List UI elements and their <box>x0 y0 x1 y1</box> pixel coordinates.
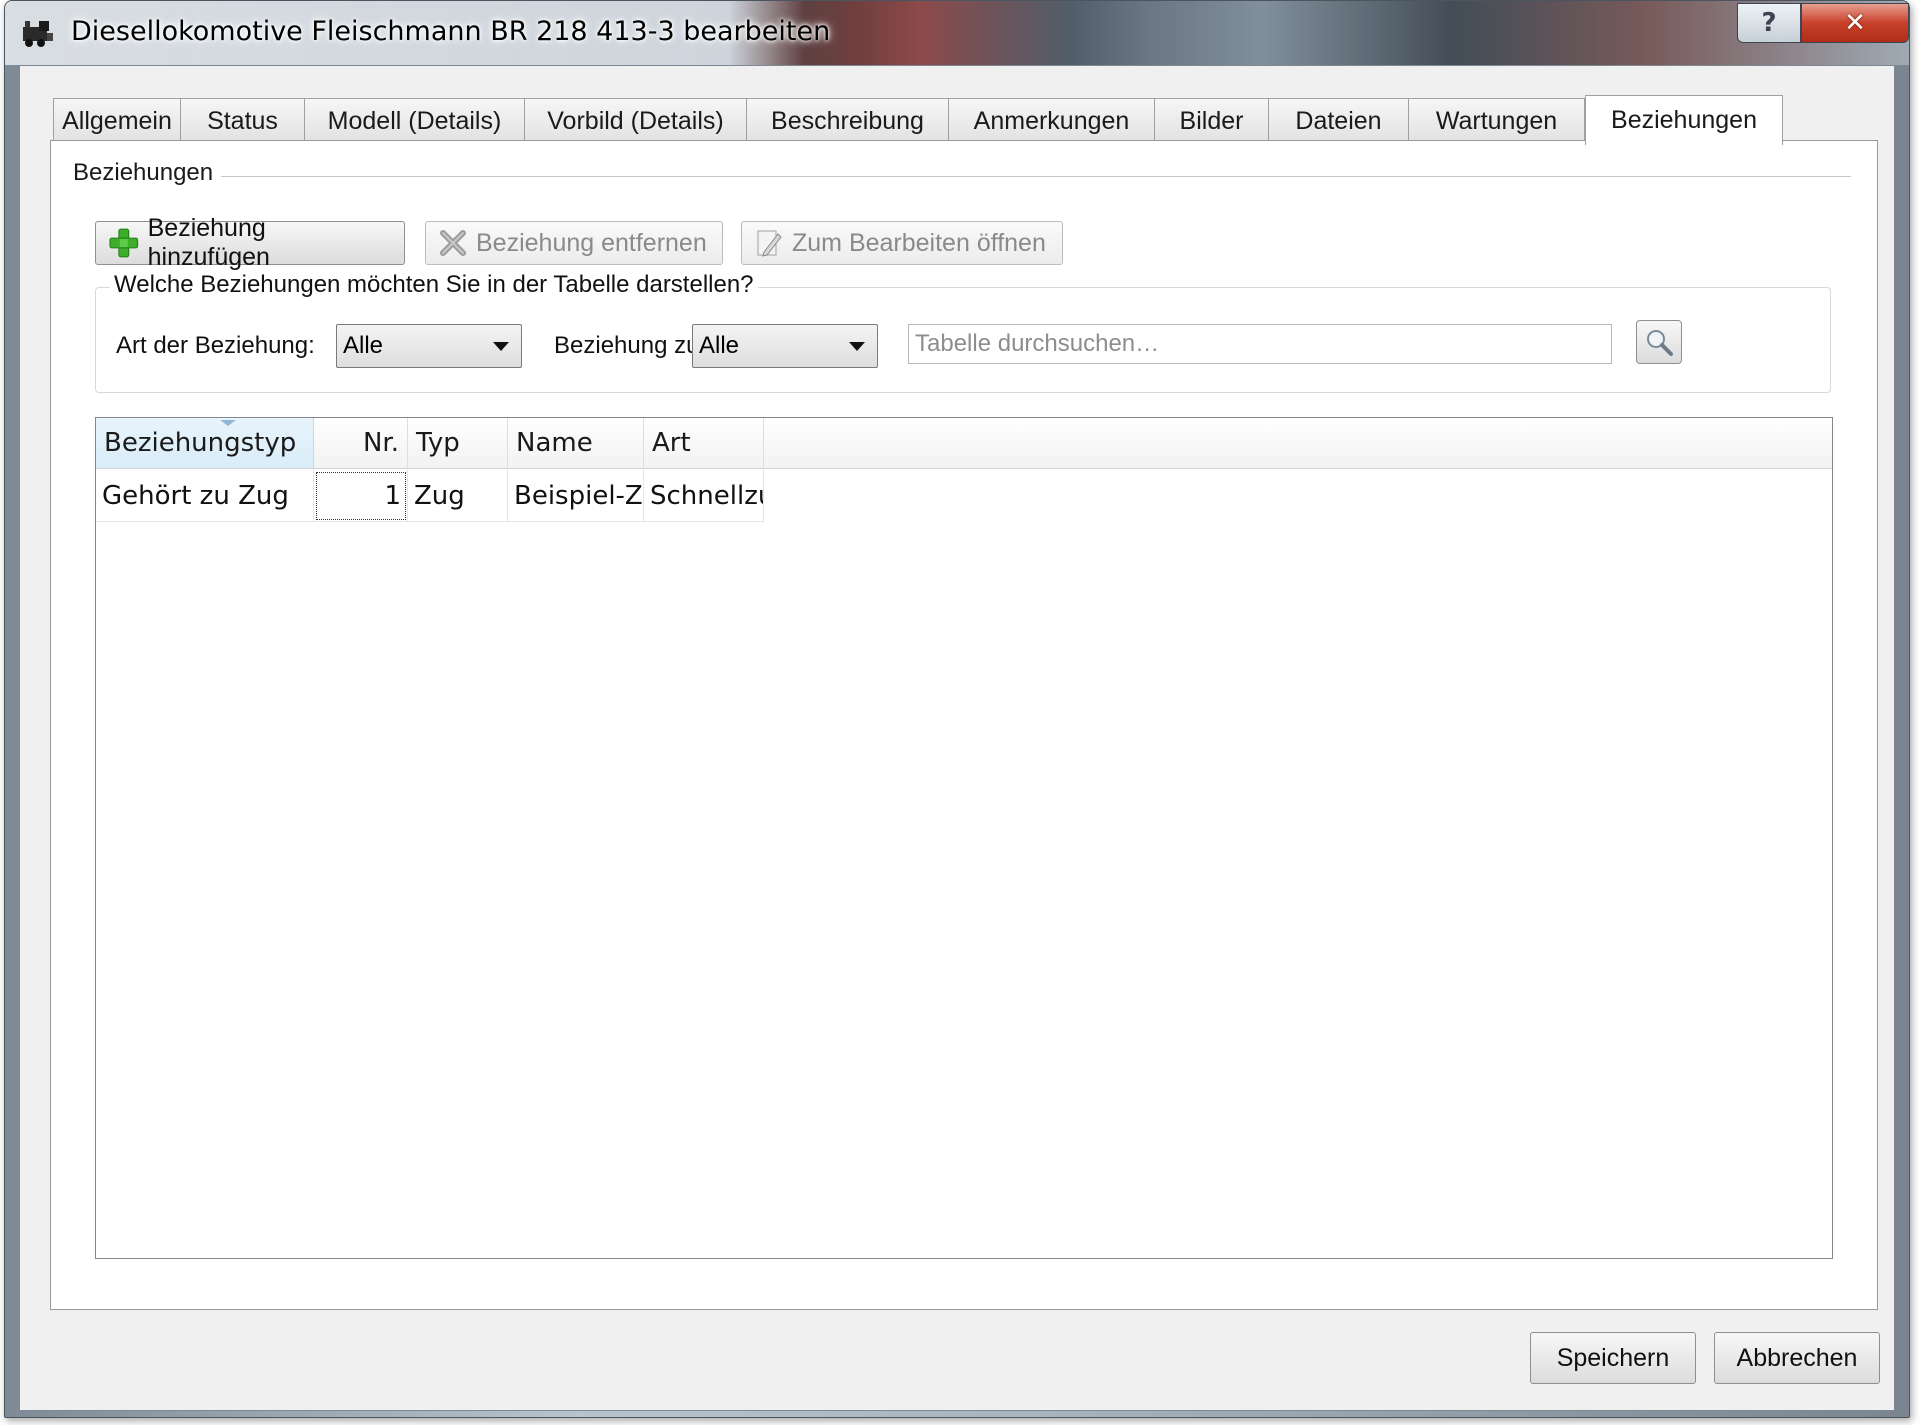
add-relation-label: Beziehung hinzufügen <box>147 214 270 271</box>
column-header-nr[interactable]: Nr. <box>314 418 408 468</box>
tab-anmerkungen[interactable]: Anmerkungen <box>949 98 1155 144</box>
cell-nr[interactable]: 1 <box>314 470 408 522</box>
chevron-down-icon <box>493 342 509 351</box>
relation-type-value: Alle <box>343 332 384 359</box>
dialog-client-area: Allgemein Status Modell (Details) Vorbil… <box>19 65 1895 1411</box>
title-bar[interactable]: Diesellokomotive Fleischmann BR 218 413-… <box>5 1 1909 65</box>
column-header-beziehungstyp[interactable]: Beziehungstyp <box>96 418 314 468</box>
sort-ascending-icon <box>220 420 236 426</box>
cell-typ[interactable]: Zug <box>408 470 508 522</box>
cell-art[interactable]: Schnellzug <box>644 470 764 522</box>
section-title: Beziehungen <box>73 159 220 187</box>
relation-type-select[interactable]: Alle <box>336 324 522 368</box>
tab-status[interactable]: Status <box>181 98 305 144</box>
cell-beziehungstyp[interactable]: Gehört zu Zug <box>96 470 314 522</box>
tab-dateien[interactable]: Dateien <box>1269 98 1409 144</box>
remove-relation-label: Beziehung entfernen <box>476 228 707 257</box>
chevron-down-icon <box>849 342 865 351</box>
relations-table[interactable]: Beziehungstyp Nr. Typ Name Art Gehört zu… <box>95 417 1833 1259</box>
edit-icon <box>757 230 782 257</box>
relation-target-label: Beziehung zu: <box>554 332 707 359</box>
tab-modell-details[interactable]: Modell (Details) <box>305 98 525 144</box>
cancel-button[interactable]: Abbrechen <box>1714 1332 1880 1384</box>
tab-allgemein[interactable]: Allgemein <box>53 98 181 144</box>
search-button[interactable] <box>1636 320 1682 364</box>
open-for-edit-button[interactable]: Zum Bearbeiten öffnen <box>741 221 1063 265</box>
table-search-input[interactable] <box>908 324 1612 364</box>
tab-bilder[interactable]: Bilder <box>1155 98 1269 144</box>
cell-name[interactable]: Beispiel-Zug <box>508 470 644 522</box>
tab-beziehungen[interactable]: Beziehungen <box>1585 95 1783 145</box>
tab-wartungen[interactable]: Wartungen <box>1409 98 1585 144</box>
table-header: Beziehungstyp Nr. Typ Name Art <box>96 418 1832 469</box>
section-divider <box>221 176 1851 177</box>
close-button[interactable]: ✕ <box>1801 3 1909 43</box>
column-header-art[interactable]: Art <box>644 418 764 468</box>
column-header-name[interactable]: Name <box>508 418 644 468</box>
dialog-window: Diesellokomotive Fleischmann BR 218 413-… <box>4 0 1910 1418</box>
window-title: Diesellokomotive Fleischmann BR 218 413-… <box>71 16 831 47</box>
tab-beschreibung[interactable]: Beschreibung <box>747 98 949 144</box>
open-for-edit-label: Zum Bearbeiten öffnen <box>792 228 1046 257</box>
tab-vorbild-details[interactable]: Vorbild (Details) <box>525 98 747 144</box>
relation-type-label: Art der Beziehung: <box>116 332 315 359</box>
filter-group: Welche Beziehungen möchten Sie in der Ta… <box>95 271 1831 393</box>
relation-target-value: Alle <box>699 332 740 359</box>
tab-bar: Allgemein Status Modell (Details) Vorbil… <box>53 95 1783 145</box>
remove-icon <box>440 230 466 256</box>
column-header-typ[interactable]: Typ <box>408 418 508 468</box>
add-relation-button[interactable]: Beziehung hinzufügen <box>95 214 405 271</box>
remove-relation-button[interactable]: Beziehung entfernen <box>425 221 723 265</box>
search-icon <box>1647 330 1673 356</box>
save-button[interactable]: Speichern <box>1530 1332 1696 1384</box>
beziehungen-panel: Beziehungen Beziehung hinzufügen Beziehu… <box>50 140 1878 1310</box>
filter-legend: Welche Beziehungen möchten Sie in der Ta… <box>110 271 758 299</box>
help-button[interactable]: ? <box>1737 3 1801 43</box>
plus-icon <box>109 228 139 258</box>
locomotive-icon <box>23 21 53 47</box>
relation-target-select[interactable]: Alle <box>692 324 878 368</box>
